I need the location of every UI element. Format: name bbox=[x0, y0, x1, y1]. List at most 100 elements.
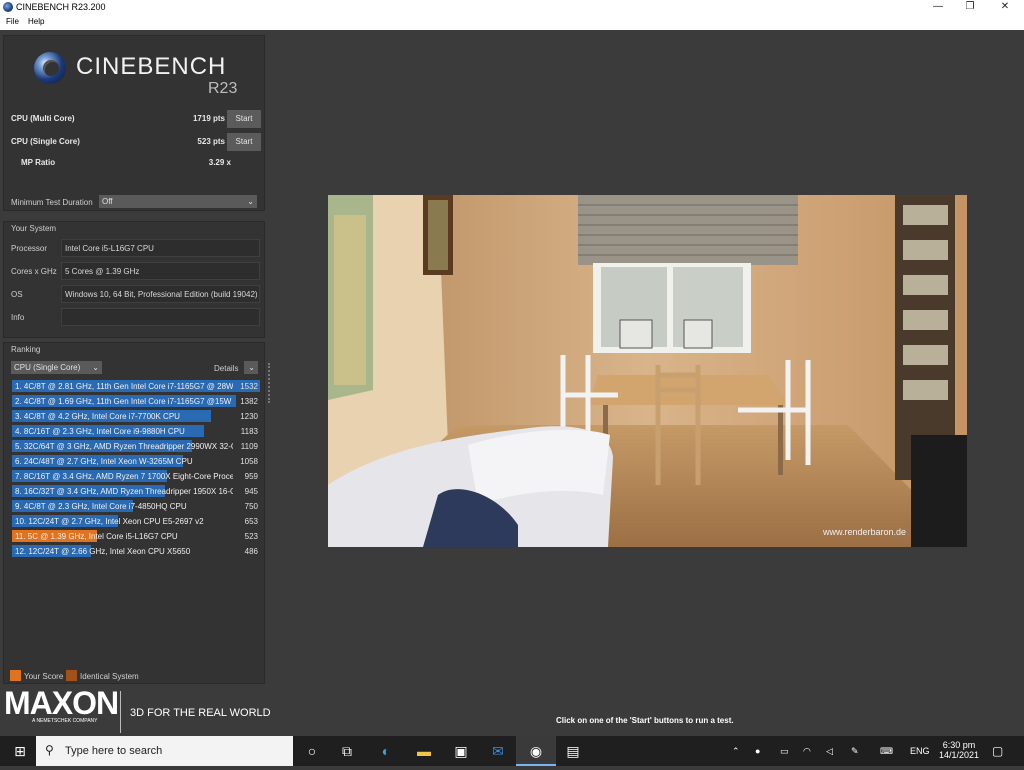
mp-ratio-value: 3.29 x bbox=[208, 158, 231, 167]
rank-label: 3. 4C/8T @ 4.2 GHz, Intel Core i7-7700K … bbox=[15, 412, 180, 421]
maxon-brand: MAXON bbox=[4, 685, 119, 721]
status-hint: Click on one of the 'Start' buttons to r… bbox=[556, 716, 734, 725]
system-value: Intel Core i5-L16G7 CPU bbox=[61, 239, 260, 257]
system-row-os: OS Windows 10, 64 Bit, Professional Edit… bbox=[11, 285, 261, 303]
cortana-icon[interactable]: ○ bbox=[292, 736, 332, 766]
mail-icon[interactable]: ✉ bbox=[478, 736, 518, 766]
volume-icon[interactable]: ◁ bbox=[826, 736, 833, 766]
task-view-icon[interactable]: ⧉ bbox=[327, 736, 367, 766]
system-row-info: Info bbox=[11, 308, 261, 326]
chevron-down-icon: ⌄ bbox=[248, 363, 255, 372]
system-key: Info bbox=[11, 313, 25, 322]
table-row[interactable]: 6. 24C/48T @ 2.7 GHz, Intel Xeon W-3265M… bbox=[12, 454, 260, 467]
single-core-start-button[interactable]: Start bbox=[227, 133, 261, 151]
battery-icon[interactable]: ▭ bbox=[780, 736, 789, 766]
ranking-type-select[interactable]: CPU (Single Core) ⌄ bbox=[11, 361, 102, 374]
windows-start-icon[interactable]: ⊞ bbox=[0, 736, 40, 766]
cinema4d-sphere-icon bbox=[34, 52, 66, 84]
table-row[interactable]: 2. 4C/8T @ 1.69 GHz, 11th Gen Intel Core… bbox=[12, 394, 260, 407]
app-taskbar-icon[interactable]: ▤ bbox=[553, 736, 593, 766]
table-row[interactable]: 8. 16C/32T @ 3.4 GHz, AMD Ryzen Threadri… bbox=[12, 484, 260, 497]
chevron-down-icon: ⌄ bbox=[92, 363, 99, 372]
rank-score: 1109 bbox=[240, 442, 258, 451]
keyboard-icon[interactable]: ⌨ bbox=[880, 736, 893, 766]
brand-name: CINEBENCH bbox=[76, 53, 227, 80]
table-row[interactable]: 9. 4C/8T @ 2.3 GHz, Intel Core i7-4850HQ… bbox=[12, 499, 260, 512]
table-row[interactable]: 10. 12C/24T @ 2.7 GHz, Intel Xeon CPU E5… bbox=[12, 514, 260, 527]
panel-splitter[interactable] bbox=[268, 363, 271, 403]
rank-label: 9. 4C/8T @ 2.3 GHz, Intel Core i7-4850HQ… bbox=[15, 502, 187, 511]
multi-core-row: CPU (Multi Core) 1719 pts Start bbox=[11, 110, 261, 128]
table-row[interactable]: 11. 5C @ 1.39 GHz, Intel Core i5-L16G7 C… bbox=[12, 529, 260, 542]
multi-core-start-button[interactable]: Start bbox=[227, 110, 261, 128]
min-duration-label: Minimum Test Duration bbox=[11, 198, 93, 207]
table-row[interactable]: 5. 32C/64T @ 3 GHz, AMD Ryzen Threadripp… bbox=[12, 439, 260, 452]
minimize-button[interactable]: — bbox=[923, 0, 953, 15]
table-row[interactable]: 12. 12C/24T @ 2.66 GHz, Intel Xeon CPU X… bbox=[12, 544, 260, 557]
maxon-sub: A NEMETSCHEK COMPANY bbox=[32, 718, 98, 724]
clock-time: 6:30 pm bbox=[942, 740, 976, 750]
system-row-processor: Processor Intel Core i5-L16G7 CPU bbox=[11, 239, 261, 257]
edge-icon[interactable]: ◐ bbox=[366, 736, 406, 766]
search-icon: ⚲ bbox=[45, 743, 54, 757]
table-row[interactable]: 1. 4C/8T @ 2.81 GHz, 11th Gen Intel Core… bbox=[12, 379, 260, 392]
search-placeholder: Type here to search bbox=[65, 745, 163, 757]
multi-core-label: CPU (Multi Core) bbox=[11, 114, 75, 123]
table-row[interactable]: 3. 4C/8T @ 4.2 GHz, Intel Core i7-7700K … bbox=[12, 409, 260, 422]
cinebench-app-icon bbox=[3, 2, 13, 12]
clock-date: 14/1/2021 bbox=[938, 750, 980, 760]
wifi-icon[interactable]: ◠ bbox=[803, 736, 811, 766]
info-field[interactable] bbox=[61, 308, 260, 326]
chevron-down-icon: ⌄ bbox=[247, 197, 254, 206]
your-score-label: Your Score bbox=[24, 672, 64, 681]
min-duration-select[interactable]: Off ⌄ bbox=[99, 195, 257, 208]
rank-score: 1058 bbox=[240, 457, 258, 466]
single-core-row: CPU (Single Core) 523 pts Start bbox=[11, 133, 261, 151]
rank-label: 10. 12C/24T @ 2.7 GHz, Intel Xeon CPU E5… bbox=[15, 517, 204, 526]
rank-score: 1382 bbox=[240, 397, 258, 406]
rank-score: 945 bbox=[244, 487, 258, 496]
notification-icon[interactable]: ▢ bbox=[992, 736, 1003, 766]
tray-app-icon[interactable]: ● bbox=[755, 736, 760, 766]
cinebench-taskbar-icon[interactable]: ◉ bbox=[516, 736, 556, 766]
render-image: www.renderbaron.de bbox=[328, 195, 967, 547]
table-row[interactable]: 4. 8C/16T @ 2.3 GHz, Intel Core i9-9880H… bbox=[12, 424, 260, 437]
title-bar: CINEBENCH R23.200 — ❐ ✕ bbox=[0, 0, 1024, 15]
rank-label: 2. 4C/8T @ 1.69 GHz, 11th Gen Intel Core… bbox=[15, 397, 232, 406]
rank-score: 1230 bbox=[240, 412, 258, 421]
restore-button[interactable]: ❐ bbox=[955, 0, 985, 15]
details-label: Details bbox=[214, 364, 239, 373]
close-button[interactable]: ✕ bbox=[990, 0, 1020, 15]
rank-score: 959 bbox=[244, 472, 258, 481]
mp-ratio-label: MP Ratio bbox=[21, 158, 56, 167]
ranking-type-value: CPU (Single Core) bbox=[14, 363, 81, 372]
menu-help[interactable]: Help bbox=[28, 17, 44, 26]
identical-swatch bbox=[66, 670, 77, 681]
tray-chevron-icon[interactable]: ⌃ bbox=[732, 736, 740, 766]
system-row-cores: Cores x GHz 5 Cores @ 1.39 GHz bbox=[11, 262, 261, 280]
score-panel: CINEBENCH R23 CPU (Multi Core) 1719 pts … bbox=[3, 35, 265, 211]
rank-score: 523 bbox=[244, 532, 258, 541]
menu-file[interactable]: File bbox=[6, 17, 19, 26]
brand-version: R23 bbox=[208, 80, 238, 97]
rank-label: 5. 32C/64T @ 3 GHz, AMD Ryzen Threadripp… bbox=[15, 442, 233, 451]
single-core-score: 523 pts bbox=[197, 137, 225, 146]
multi-core-score: 1719 pts bbox=[192, 114, 225, 123]
rank-score: 653 bbox=[244, 517, 258, 526]
your-score-swatch bbox=[10, 670, 21, 681]
taskbar-search[interactable]: ⚲ Type here to search bbox=[36, 736, 293, 766]
rank-score: 486 bbox=[244, 547, 258, 556]
system-title: Your System bbox=[11, 224, 57, 233]
table-row[interactable]: 7. 8C/16T @ 3.4 GHz, AMD Ryzen 7 1700X E… bbox=[12, 469, 260, 482]
language-indicator[interactable]: ENG bbox=[910, 736, 930, 766]
rank-label: 7. 8C/16T @ 3.4 GHz, AMD Ryzen 7 1700X E… bbox=[15, 472, 233, 481]
rank-label: 1. 4C/8T @ 2.81 GHz, 11th Gen Intel Core… bbox=[15, 382, 233, 391]
pen-icon[interactable]: ✎ bbox=[851, 736, 859, 766]
system-value: Windows 10, 64 Bit, Professional Edition… bbox=[61, 285, 260, 303]
identical-label: Identical System bbox=[80, 672, 139, 681]
file-explorer-icon[interactable]: ▬ bbox=[404, 736, 444, 766]
details-toggle[interactable]: ⌄ bbox=[244, 361, 258, 374]
store-icon[interactable]: ▣ bbox=[441, 736, 481, 766]
taskbar: ⊞ ⚲ Type here to search ○ ⧉ ◐ ▬ ▣ ✉ ◉ ▤ … bbox=[0, 736, 1024, 766]
single-core-label: CPU (Single Core) bbox=[11, 137, 80, 146]
